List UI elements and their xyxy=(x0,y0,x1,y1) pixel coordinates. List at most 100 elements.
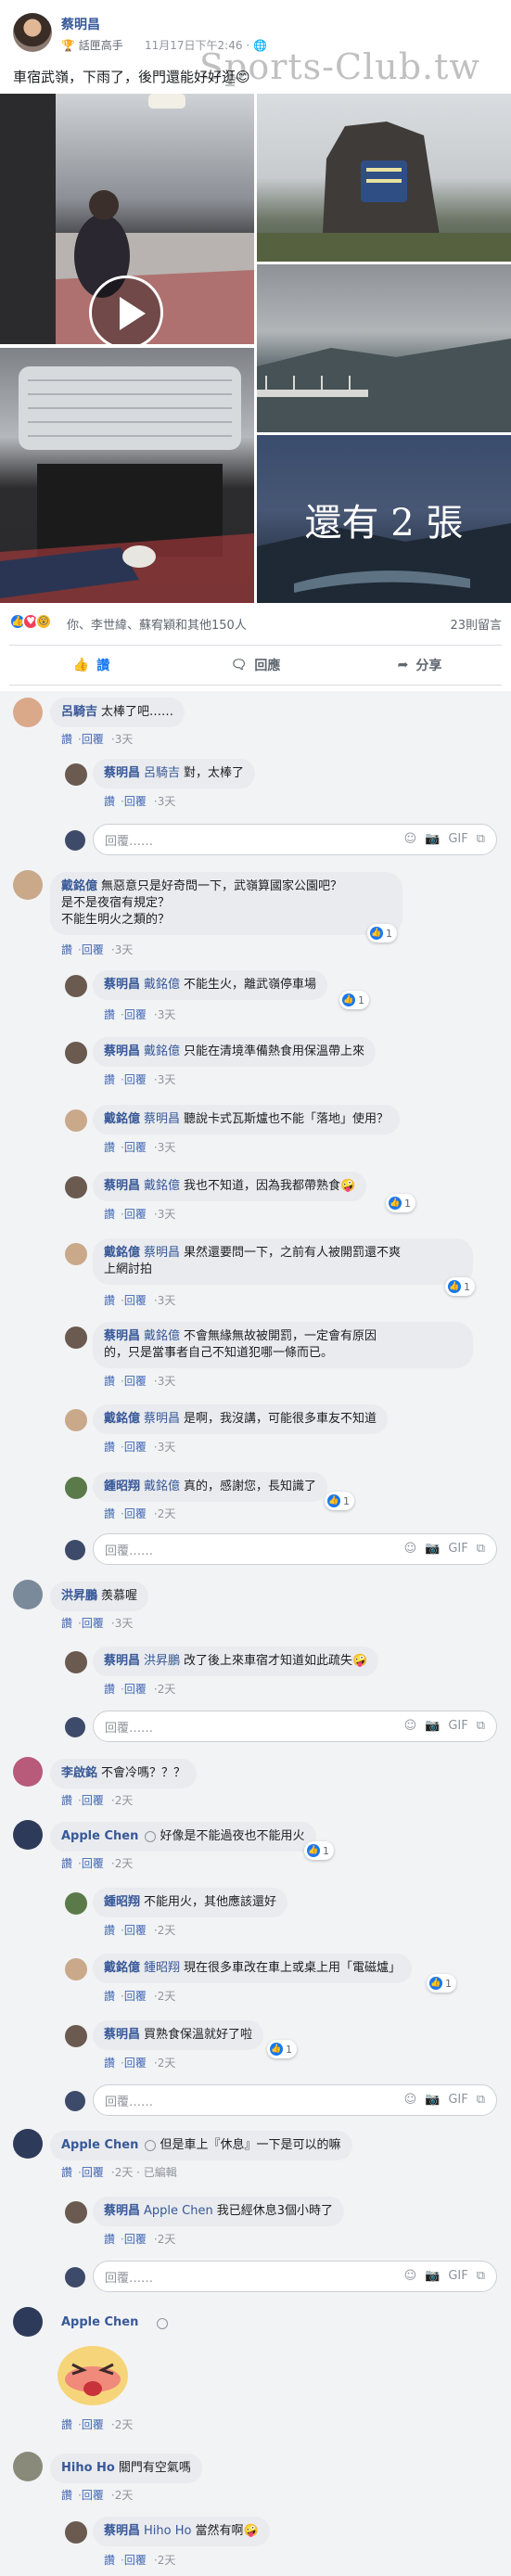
avatar[interactable] xyxy=(65,1326,87,1349)
my-avatar[interactable] xyxy=(65,830,85,851)
avatar[interactable] xyxy=(65,2025,87,2047)
camera-icon[interactable]: 📷 xyxy=(425,2093,440,2107)
emoji-icon[interactable]: ☺ xyxy=(404,2093,417,2107)
avatar[interactable] xyxy=(65,1892,87,1915)
photo-monument[interactable] xyxy=(257,94,511,262)
avatar[interactable] xyxy=(65,1176,87,1198)
wow-reaction-icon[interactable]: 😮 xyxy=(35,613,52,630)
like-button[interactable]: 👍 讚 xyxy=(9,646,173,685)
comment-like-count[interactable]: 👍 1 xyxy=(427,1974,456,1993)
comment-bubble: 蔡明昌 戴銘億 不會無緣無故被開罰，一定會有原因 的，只是當事者自己不知道犯哪一條而已… xyxy=(93,1322,473,1368)
my-avatar[interactable] xyxy=(65,1717,85,1737)
sticker-face xyxy=(57,2346,128,2405)
avatar[interactable] xyxy=(13,2452,43,2481)
author-avatar[interactable] xyxy=(13,13,52,52)
gif-icon[interactable]: GIF xyxy=(448,1542,467,1556)
comment-like-count[interactable]: 👍 1 xyxy=(367,924,397,942)
gif-icon[interactable]: GIF xyxy=(448,1719,467,1733)
avatar[interactable] xyxy=(13,1757,43,1787)
comment-meta: 讚 ·回覆 ·3天 xyxy=(104,1441,176,1454)
comment-meta: 讚 ·回覆 ·3天 xyxy=(61,733,134,746)
avatar[interactable] xyxy=(65,1109,87,1132)
comment-like-count[interactable]: 👍 1 xyxy=(445,1277,475,1296)
avatar[interactable] xyxy=(65,1651,87,1673)
comment-like-count[interactable]: 👍 1 xyxy=(304,1841,334,1860)
comment-meta: 讚 ·回覆 ·2天 xyxy=(104,2233,176,2246)
comment-like-count[interactable]: 👍 1 xyxy=(339,991,369,1009)
avatar[interactable] xyxy=(65,763,87,786)
avatar[interactable] xyxy=(65,1042,87,1064)
avatar[interactable] xyxy=(13,2307,43,2337)
camera-icon[interactable]: 📷 xyxy=(425,2269,440,2283)
camera-icon[interactable]: 📷 xyxy=(425,1542,440,1556)
comment-bubble: 鍾昭翔 戴銘億 真的，感謝您，長知識了 xyxy=(93,1472,328,1502)
sticker-image[interactable] xyxy=(56,2342,130,2407)
camera-icon[interactable]: 📷 xyxy=(425,1719,440,1733)
sticker-icon[interactable]: ⧉ xyxy=(477,832,485,846)
verified-icon xyxy=(145,1830,157,1842)
comment-reply-link[interactable]: 回覆 xyxy=(82,733,104,746)
gif-icon[interactable]: GIF xyxy=(448,2269,467,2283)
sticker-icon[interactable]: ⧉ xyxy=(477,1719,485,1733)
sticker-icon[interactable]: ⧉ xyxy=(477,1542,485,1556)
avatar[interactable] xyxy=(65,1477,87,1499)
avatar[interactable] xyxy=(65,1958,87,1980)
reply-input[interactable]: 回覆…… ☺ 📷 GIF ⧉ xyxy=(93,2261,497,2292)
author-badge[interactable]: 🏆 話匣高手 xyxy=(61,37,123,53)
comment-meta: 讚 ·回覆 ·2天 xyxy=(104,1683,176,1696)
avatar[interactable] xyxy=(65,1409,87,1431)
photo-video-thumbnail[interactable] xyxy=(0,94,254,344)
avatar[interactable] xyxy=(13,1580,43,1609)
comment-bubble: 蔡明昌 戴銘億 只能在清境準備熱食用保溫帶上來 xyxy=(93,1037,377,1067)
reply-input[interactable]: 回覆…… ☺ 📷 GIF ⧉ xyxy=(93,824,497,855)
comment-bubble: 鍾昭翔 不能用火，其他應該還好 xyxy=(93,1888,288,1917)
sticker-icon[interactable]: ⧉ xyxy=(477,2269,485,2283)
avatar[interactable] xyxy=(13,1820,43,1850)
thumbs-up-icon: 👍 xyxy=(72,658,90,673)
more-photos-overlay[interactable]: 還有 2 張 xyxy=(257,435,511,603)
gif-icon[interactable]: GIF xyxy=(448,2093,467,2107)
emoji-icon[interactable]: ☺ xyxy=(404,1542,417,1556)
comment-like-count[interactable]: 👍 1 xyxy=(386,1194,415,1212)
comment-like-count[interactable]: 👍 1 xyxy=(267,2040,297,2058)
sticker-icon[interactable]: ⧉ xyxy=(477,2093,485,2107)
avatar[interactable] xyxy=(65,1243,87,1265)
comment-like-link[interactable]: 讚 xyxy=(61,733,72,746)
avatar[interactable] xyxy=(13,698,43,727)
comment-bubble: 呂騎吉 太棒了吧…… xyxy=(50,698,185,727)
emoji-icon[interactable]: ☺ xyxy=(404,832,417,846)
comment-text: 太棒了吧…… xyxy=(101,705,174,719)
comment-bubble: 蔡明昌 戴銘億 我也不知道，因為我都帶熟食🤪 xyxy=(93,1172,367,1201)
photo-viewing-platform[interactable] xyxy=(257,264,511,432)
reply-input[interactable]: 回覆…… ☺ 📷 GIF ⧉ xyxy=(93,1533,497,1565)
avatar[interactable] xyxy=(65,975,87,997)
share-button[interactable]: ➦ 分享 xyxy=(338,646,502,685)
comment-button[interactable]: 🗨 回應 xyxy=(173,646,338,685)
comment-meta: 讚 ·回覆 ·2天 · 已編輯 xyxy=(61,2166,177,2179)
avatar[interactable] xyxy=(13,2129,43,2159)
my-avatar[interactable] xyxy=(65,2267,85,2288)
my-avatar[interactable] xyxy=(65,2091,85,2111)
camera-icon[interactable]: 📷 xyxy=(425,832,440,846)
photo-car-interior[interactable] xyxy=(0,348,254,603)
comment-count-link[interactable]: 23則留言 xyxy=(450,615,502,633)
comment-like-count[interactable]: 👍 1 xyxy=(325,1492,354,1510)
comment-bubble: Apple Chen 好像是不能過夜也不能用火 xyxy=(50,1822,316,1852)
post-text: 車宿武嶺，下雨了，後門還能好好逛😊 xyxy=(13,69,250,85)
reply-input[interactable]: 回覆…… ☺ 📷 GIF ⧉ xyxy=(93,1711,497,1742)
reply-input[interactable]: 回覆…… ☺ 📷 GIF ⧉ xyxy=(93,2084,497,2116)
commenter-name[interactable]: Apple Chen xyxy=(61,2315,138,2329)
reactors-link[interactable]: 你、李世緯、蘇宥穎和其他150人 xyxy=(67,615,247,633)
avatar[interactable] xyxy=(65,2521,87,2544)
commenter-name[interactable]: 呂騎吉 xyxy=(61,705,97,719)
avatar[interactable] xyxy=(13,870,43,900)
play-button-icon[interactable] xyxy=(89,276,163,344)
comment-meta: 讚 ·回覆 ·3天 xyxy=(104,795,176,808)
my-avatar[interactable] xyxy=(65,1540,85,1560)
emoji-icon[interactable]: ☺ xyxy=(404,1719,417,1733)
avatar[interactable] xyxy=(65,2201,87,2224)
author-name[interactable]: 蔡明昌 xyxy=(61,15,100,33)
emoji-icon[interactable]: ☺ xyxy=(404,2269,417,2283)
gif-icon[interactable]: GIF xyxy=(448,832,467,846)
photo-more[interactable]: 還有 2 張 xyxy=(257,435,511,603)
